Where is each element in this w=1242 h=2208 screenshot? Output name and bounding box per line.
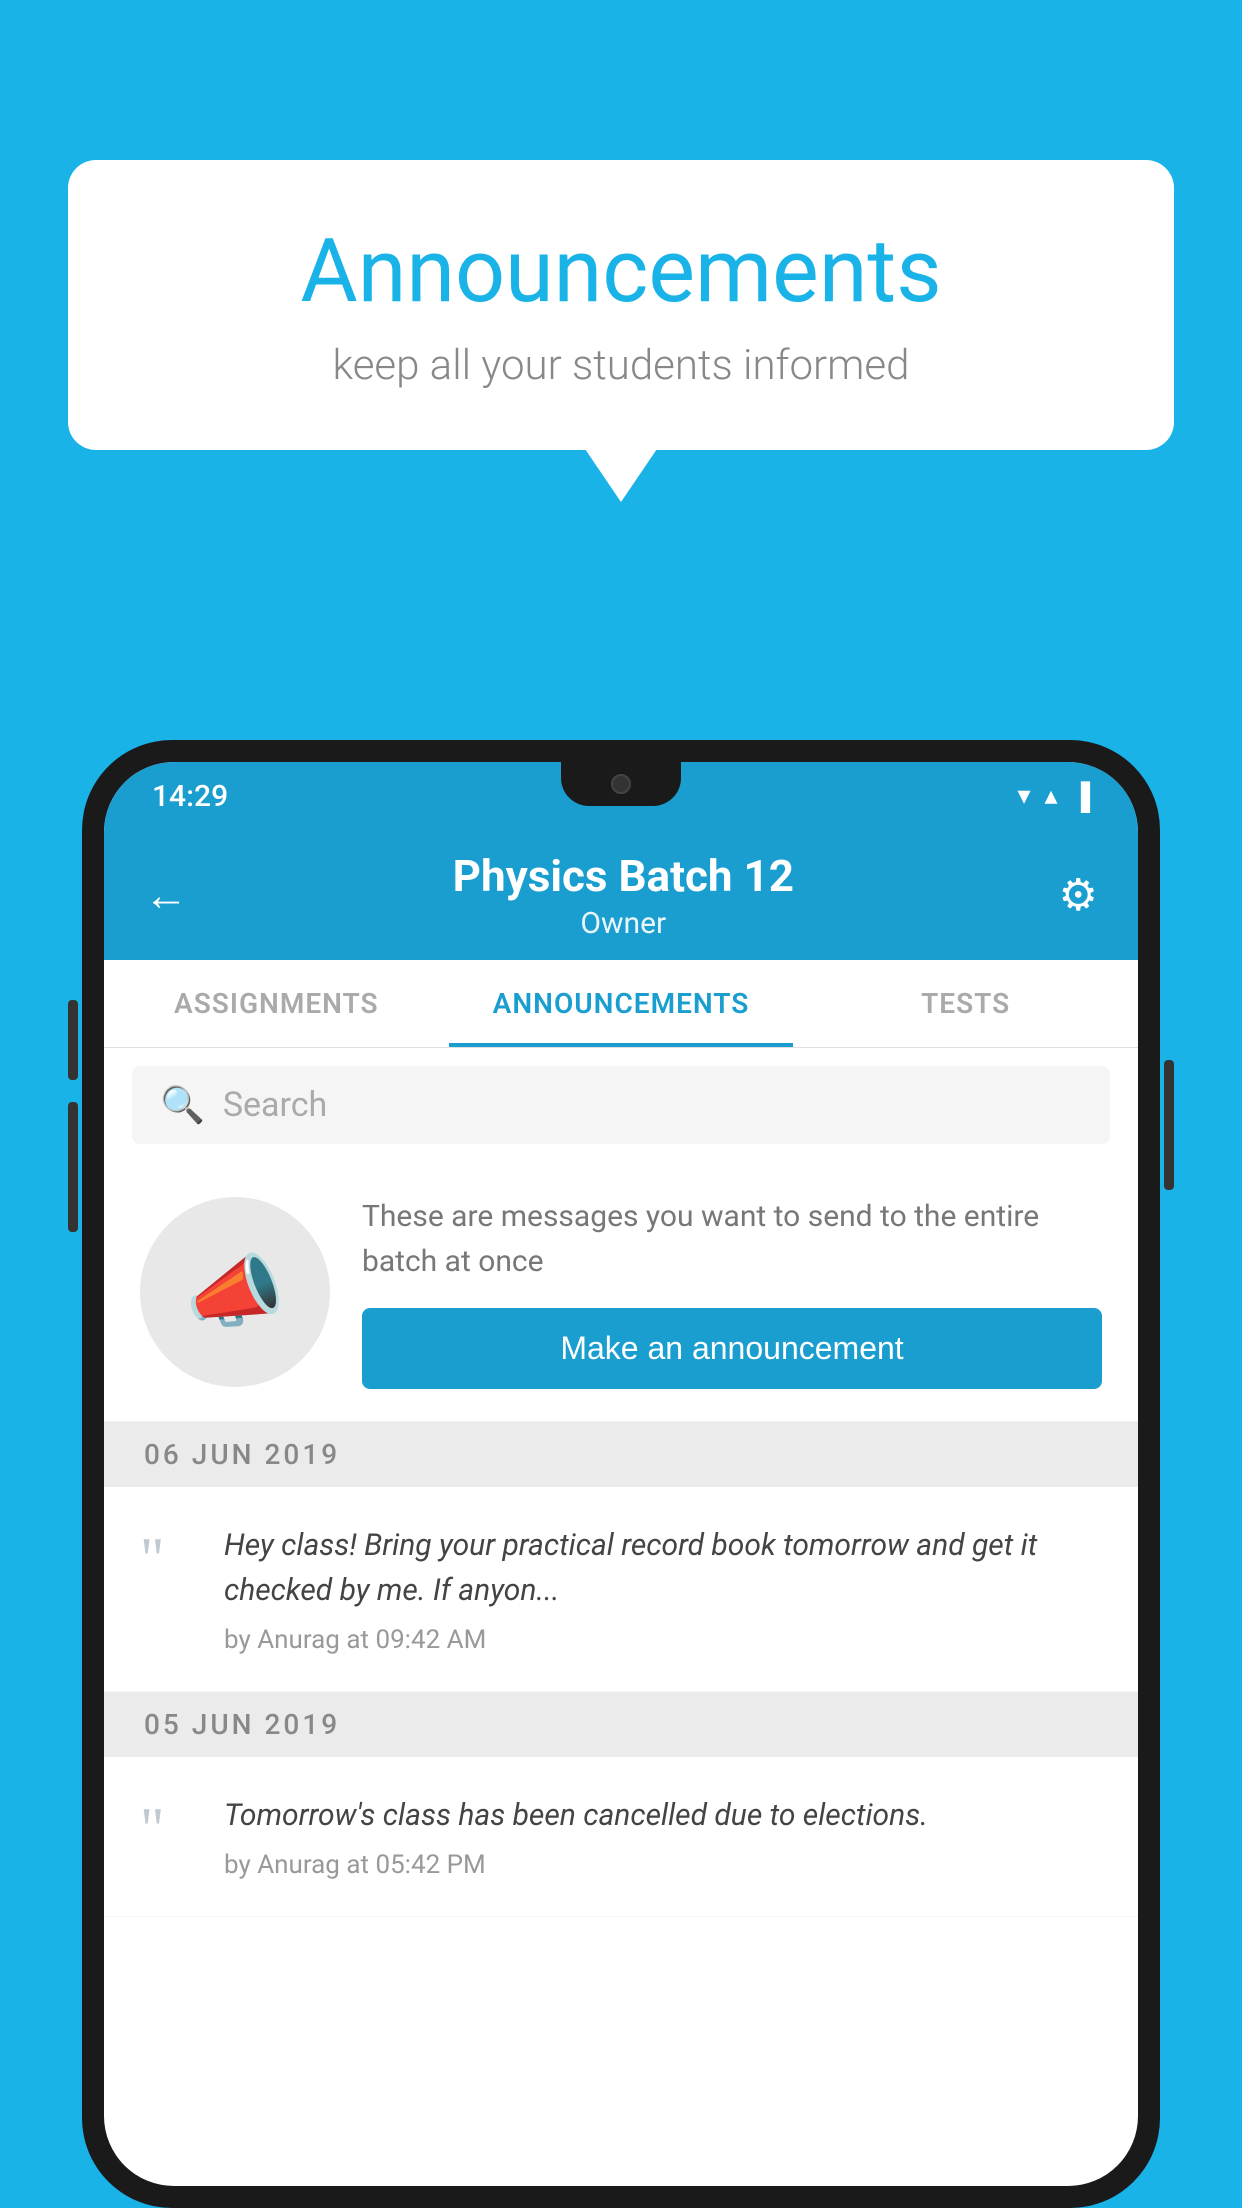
speech-bubble-container: Announcements keep all your students inf… bbox=[68, 160, 1174, 450]
announcements-title: Announcements bbox=[148, 220, 1094, 323]
date-separator-2: 05 JUN 2019 bbox=[104, 1692, 1138, 1757]
announcement-item-1[interactable]: " Hey class! Bring your practical record… bbox=[104, 1487, 1138, 1692]
speech-bubble: Announcements keep all your students inf… bbox=[68, 160, 1174, 450]
owner-label: Owner bbox=[453, 906, 794, 941]
announcement-content-1: Hey class! Bring your practical record b… bbox=[224, 1523, 1102, 1655]
tab-announcements[interactable]: ANNOUNCEMENTS bbox=[449, 960, 794, 1047]
date-separator-1: 06 JUN 2019 bbox=[104, 1422, 1138, 1487]
search-icon: 🔍 bbox=[160, 1084, 205, 1126]
announcement-text-1: Hey class! Bring your practical record b… bbox=[224, 1523, 1102, 1613]
announcement-prompt: 📣 These are messages you want to send to… bbox=[104, 1162, 1138, 1422]
search-bar[interactable]: 🔍 Search bbox=[132, 1066, 1110, 1144]
phone-inner: 14:29 ▾ ▴ ▐ ← Physics Batch 12 Owner ⚙ bbox=[104, 762, 1138, 2186]
battery-icon: ▐ bbox=[1072, 781, 1090, 812]
quote-icon-1: " bbox=[140, 1529, 196, 1589]
megaphone-circle: 📣 bbox=[140, 1197, 330, 1387]
power-button[interactable] bbox=[1164, 1060, 1174, 1190]
announcements-subtitle: keep all your students informed bbox=[148, 341, 1094, 390]
announcement-content-2: Tomorrow's class has been cancelled due … bbox=[224, 1793, 1102, 1880]
header-center: Physics Batch 12 Owner bbox=[453, 850, 794, 941]
quote-icon-2: " bbox=[140, 1799, 196, 1859]
status-icons: ▾ ▴ ▐ bbox=[1017, 781, 1090, 812]
status-time: 14:29 bbox=[152, 779, 228, 814]
make-announcement-button[interactable]: Make an announcement bbox=[362, 1308, 1102, 1389]
tab-assignments[interactable]: ASSIGNMENTS bbox=[104, 960, 449, 1047]
side-buttons-right bbox=[1164, 1060, 1174, 1190]
settings-icon[interactable]: ⚙ bbox=[1059, 869, 1098, 921]
signal-icon: ▴ bbox=[1045, 781, 1058, 811]
search-container: 🔍 Search bbox=[104, 1048, 1138, 1162]
announcement-item-2[interactable]: " Tomorrow's class has been cancelled du… bbox=[104, 1757, 1138, 1917]
batch-title: Physics Batch 12 bbox=[453, 850, 794, 902]
announcement-text-2: Tomorrow's class has been cancelled due … bbox=[224, 1793, 1102, 1838]
phone-outer: 14:29 ▾ ▴ ▐ ← Physics Batch 12 Owner ⚙ bbox=[82, 740, 1160, 2208]
back-button[interactable]: ← bbox=[144, 869, 188, 921]
app-header: ← Physics Batch 12 Owner ⚙ bbox=[104, 830, 1138, 960]
volume-down-button[interactable] bbox=[68, 1102, 78, 1232]
prompt-description: These are messages you want to send to t… bbox=[362, 1194, 1102, 1284]
search-placeholder: Search bbox=[223, 1085, 327, 1125]
megaphone-icon: 📣 bbox=[185, 1245, 285, 1339]
status-bar: 14:29 ▾ ▴ ▐ bbox=[104, 762, 1138, 830]
tabs-bar: ASSIGNMENTS ANNOUNCEMENTS TESTS bbox=[104, 960, 1138, 1048]
phone-mockup: 14:29 ▾ ▴ ▐ ← Physics Batch 12 Owner ⚙ bbox=[82, 740, 1160, 2208]
announcement-meta-1: by Anurag at 09:42 AM bbox=[224, 1625, 1102, 1655]
tab-tests[interactable]: TESTS bbox=[793, 960, 1138, 1047]
side-buttons-left bbox=[68, 1000, 78, 1232]
volume-up-button[interactable] bbox=[68, 1000, 78, 1080]
wifi-icon: ▾ bbox=[1017, 781, 1030, 811]
announcement-meta-2: by Anurag at 05:42 PM bbox=[224, 1850, 1102, 1880]
prompt-right: These are messages you want to send to t… bbox=[362, 1194, 1102, 1389]
notch bbox=[561, 762, 681, 806]
camera bbox=[611, 774, 631, 794]
